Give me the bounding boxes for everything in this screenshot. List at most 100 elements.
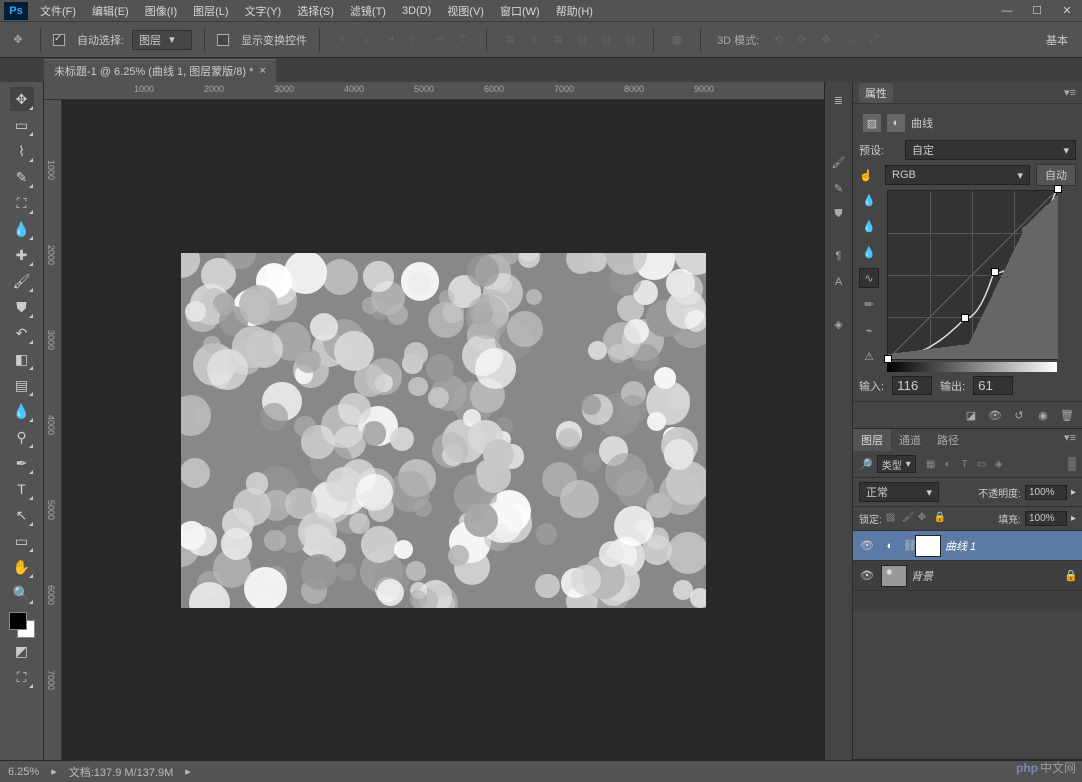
align-bottom-icon[interactable]: ⫞ <box>380 29 402 51</box>
eyedropper-gray-icon[interactable]: 💧 <box>859 216 879 236</box>
auto-button[interactable]: 自动 <box>1036 164 1076 186</box>
stamp-tool[interactable]: ⛊ <box>10 295 34 319</box>
move-tool-icon[interactable]: ✥ <box>8 30 28 50</box>
distribute-top-icon[interactable]: ≣ <box>499 29 521 51</box>
properties-tab[interactable]: 属性 <box>859 83 893 103</box>
eraser-tool[interactable]: ◧ <box>10 347 34 371</box>
curves-output-field[interactable] <box>973 376 1013 395</box>
foreground-color[interactable] <box>9 612 27 630</box>
ruler-vertical[interactable]: 1000 2000 3000 4000 5000 6000 7000 <box>44 100 62 760</box>
filter-smart-icon[interactable]: ◈ <box>992 457 1006 471</box>
channels-tab[interactable]: 通道 <box>891 429 929 451</box>
3d-drag-icon[interactable]: ✥ <box>815 29 837 51</box>
layers-panel-menu-icon[interactable]: ▾≡ <box>1058 429 1082 451</box>
close-button[interactable]: ✕ <box>1052 1 1082 21</box>
panel-menu-icon[interactable]: ▾≡ <box>1064 86 1076 99</box>
channel-dropdown[interactable]: RGB <box>885 165 1030 185</box>
curve-pencil-icon[interactable]: ✏ <box>859 294 879 314</box>
lock-all-icon[interactable]: 🔒 <box>934 512 948 526</box>
marquee-tool[interactable]: ▭ <box>10 113 34 137</box>
shape-tool[interactable]: ▭ <box>10 529 34 553</box>
search-icon[interactable]: 🔎 <box>859 458 873 471</box>
canvas[interactable] <box>181 253 706 608</box>
brush-tool[interactable]: 🖌 <box>10 269 34 293</box>
curves-input-field[interactable] <box>892 376 932 395</box>
layer-row[interactable]: 👁 背景 🔒 <box>853 561 1082 591</box>
menu-3d[interactable]: 3D(D) <box>394 0 439 21</box>
smooth-icon[interactable]: ⌁ <box>859 320 879 340</box>
link-icon[interactable]: ⛓ <box>903 539 911 552</box>
align-top-icon[interactable]: ⫟ <box>332 29 354 51</box>
dodge-tool[interactable]: ⚲ <box>10 425 34 449</box>
layers-tab[interactable]: 图层 <box>853 429 891 451</box>
menu-filter[interactable]: 滤镜(T) <box>342 0 394 21</box>
crop-tool[interactable]: ⛶ <box>10 191 34 215</box>
opacity-scrubber-icon[interactable]: ▸ <box>1071 487 1076 498</box>
path-select-tool[interactable]: ↖ <box>10 503 34 527</box>
filter-type-icon[interactable]: T <box>958 457 972 471</box>
pen-tool[interactable]: ✒ <box>10 451 34 475</box>
gradient-tool[interactable]: ▤ <box>10 373 34 397</box>
lock-position-icon[interactable]: ✥ <box>918 512 932 526</box>
menu-type[interactable]: 文字(Y) <box>237 0 290 21</box>
opacity-input[interactable] <box>1025 485 1067 500</box>
eyedropper-black-icon[interactable]: 💧 <box>859 190 879 210</box>
brush-panel-icon[interactable]: 🖌 <box>829 152 849 172</box>
zoom-level[interactable]: 6.25% <box>8 766 39 778</box>
3d-slide-icon[interactable]: ↔ <box>839 29 861 51</box>
quick-mask-toggle[interactable]: ◩ <box>10 639 34 663</box>
distribute-left-icon[interactable]: ||| <box>571 29 593 51</box>
blend-mode-dropdown[interactable]: 正常 <box>859 482 939 502</box>
layer-visibility-toggle[interactable]: 👁 <box>857 539 877 552</box>
curves-input-slider[interactable] <box>887 362 1057 372</box>
menu-window[interactable]: 窗口(W) <box>492 0 548 21</box>
layer-thumb[interactable] <box>881 565 907 587</box>
layer-mask-thumb[interactable] <box>915 535 941 557</box>
healing-tool[interactable]: ✚ <box>10 243 34 267</box>
layer-filter-kind[interactable]: 类型 <box>877 455 916 473</box>
preset-dropdown[interactable]: 自定 <box>905 140 1076 160</box>
delete-adjustment-icon[interactable]: 🗑 <box>1058 406 1076 424</box>
color-swatches[interactable] <box>9 612 35 638</box>
screen-mode-toggle[interactable]: ⛶ <box>10 665 34 689</box>
doc-info-icon[interactable]: ▸ <box>51 765 57 778</box>
auto-select-checkbox[interactable] <box>53 34 65 46</box>
document-tab[interactable]: 未标题-1 @ 6.25% (曲线 1, 图层蒙版/8) * × <box>44 59 276 82</box>
filter-toggle[interactable] <box>1068 457 1076 471</box>
targeted-adjust-icon[interactable]: ☝ <box>859 169 879 182</box>
layer-visibility-toggle[interactable]: 👁 <box>857 569 877 582</box>
lock-transparent-icon[interactable]: ▨ <box>886 512 900 526</box>
menu-edit[interactable]: 编辑(E) <box>84 0 137 21</box>
lock-paint-icon[interactable]: 🖌 <box>902 512 916 526</box>
paths-tab[interactable]: 路径 <box>929 429 967 451</box>
status-menu-icon[interactable]: ▸ <box>185 765 191 778</box>
toggle-visibility-icon[interactable]: ◉ <box>1034 406 1052 424</box>
layer-row[interactable]: 👁 ◐ ⛓ 曲线 1 <box>853 531 1082 561</box>
filter-pixel-icon[interactable]: ▦ <box>924 457 938 471</box>
type-tool[interactable]: T <box>10 477 34 501</box>
history-brush-tool[interactable]: ↶ <box>10 321 34 345</box>
fill-input[interactable] <box>1025 511 1067 526</box>
align-right-icon[interactable]: ⊤ <box>452 29 474 51</box>
3d-roll-icon[interactable]: ⟳ <box>791 29 813 51</box>
hand-tool[interactable]: ✋ <box>10 555 34 579</box>
ruler-horizontal[interactable]: 1000 2000 3000 4000 5000 6000 7000 8000 … <box>44 82 824 100</box>
align-hcenter-icon[interactable]: ⊣ <box>428 29 450 51</box>
menu-help[interactable]: 帮助(H) <box>548 0 601 21</box>
curve-edit-icon[interactable]: ∿ <box>859 268 879 288</box>
3d-scale-icon[interactable]: ⤢ <box>863 29 885 51</box>
menu-file[interactable]: 文件(F) <box>32 0 84 21</box>
clip-to-layer-icon[interactable]: ◪ <box>962 406 980 424</box>
menu-image[interactable]: 图像(I) <box>137 0 185 21</box>
menu-view[interactable]: 视图(V) <box>439 0 492 21</box>
clone-source-panel-icon[interactable]: ⛊ <box>829 204 849 224</box>
filter-shape-icon[interactable]: ▭ <box>975 457 989 471</box>
doc-info[interactable]: 文档:137.9 M/137.9M <box>69 764 174 780</box>
eyedropper-tool[interactable]: 💧 <box>10 217 34 241</box>
curves-graph[interactable] <box>887 190 1057 360</box>
lasso-tool[interactable]: ⌇ <box>10 139 34 163</box>
history-panel-icon[interactable]: ≣ <box>829 90 849 110</box>
canvas-area[interactable] <box>62 100 824 760</box>
quick-select-tool[interactable]: ✎ <box>10 165 34 189</box>
document-tab-close-icon[interactable]: × <box>259 65 265 77</box>
